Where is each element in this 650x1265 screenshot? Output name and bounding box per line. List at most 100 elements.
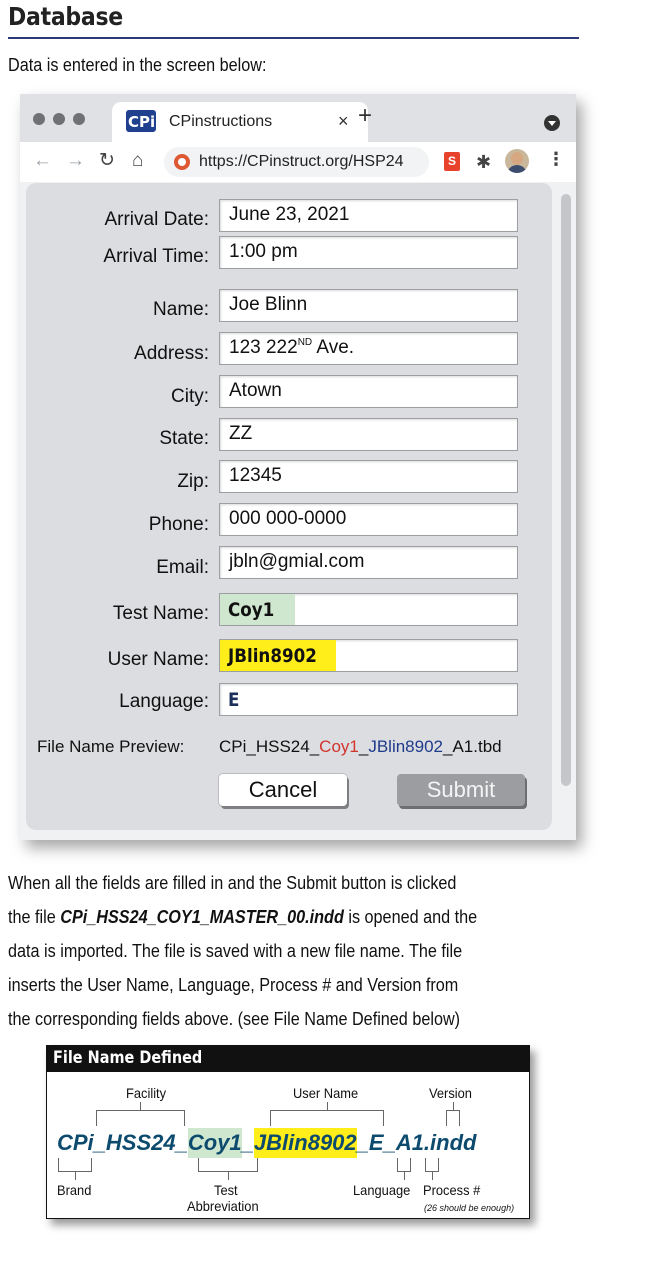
state-value: ZZ (229, 423, 253, 444)
process-note: (26 should be enough) (424, 1203, 515, 1213)
user-name-label: User Name: (107, 649, 209, 670)
file-name-example: CPi_HSS24_Coy1_JBlin8902_E_A1.indd (57, 1128, 476, 1158)
process-bracket-stem (432, 1172, 433, 1180)
segment-language: _E_ (356, 1130, 396, 1155)
name-field[interactable]: Joe Blinn (219, 289, 518, 322)
profile-avatar[interactable] (505, 149, 529, 173)
forward-arrow-icon[interactable]: → (66, 150, 85, 172)
facility-bracket-stem (140, 1102, 141, 1110)
more-menu-icon[interactable]: ⋮ (547, 149, 565, 170)
back-arrow-icon[interactable]: ← (33, 150, 52, 172)
zip-value: 12345 (229, 465, 282, 486)
submit-button[interactable]: Submit (397, 774, 525, 806)
extensions-puzzle-icon[interactable]: ✱ (476, 152, 491, 173)
new-tab-icon[interactable]: + (358, 104, 372, 128)
user-name-value: JBlin8902 (228, 645, 317, 667)
paragraph-line-1: When all the fields are filled in and th… (8, 873, 457, 893)
reload-icon[interactable]: ↻ (99, 150, 115, 172)
phone-label: Phone: (148, 514, 209, 535)
user-name-diagram-label: User Name (293, 1085, 359, 1101)
test-name-field[interactable]: Coy1 (219, 593, 518, 626)
version-bracket (446, 1110, 460, 1126)
cancel-button[interactable]: Cancel (219, 774, 347, 806)
paragraph-line-3: data is imported. The file is saved with… (8, 941, 463, 961)
scrollbar[interactable] (561, 194, 571, 786)
window-zoom-dot[interactable] (73, 113, 85, 125)
test-bracket-stem (228, 1172, 229, 1180)
city-field[interactable]: Atown (219, 375, 518, 408)
file-name-preview-label: File Name Preview: (37, 737, 185, 756)
tab-bar: CPi CPinstructions × + (20, 94, 576, 142)
process-bracket (425, 1158, 439, 1172)
email-field[interactable]: jbln@gmial.com (219, 546, 518, 579)
address-superscript: ND (297, 337, 313, 348)
test-name-value: Coy1 (228, 599, 275, 621)
segment-test: Coy1 (187, 1128, 242, 1158)
arrival-time-label: Arrival Time: (103, 246, 209, 267)
user-name-bracket (270, 1110, 384, 1126)
address-field[interactable]: 123 222ND Ave. (219, 332, 518, 365)
arrival-date-value: June 23, 2021 (229, 204, 350, 225)
heading-rule (8, 37, 579, 39)
language-bracket (397, 1158, 411, 1172)
segment-facility: _HSS24_ (93, 1130, 188, 1155)
arrival-time-value: 1:00 pm (229, 241, 298, 262)
preview-user: JBlin8902 (368, 737, 443, 756)
name-value: Joe Blinn (229, 294, 308, 315)
facility-label: Facility (126, 1085, 167, 1101)
state-field[interactable]: ZZ (219, 418, 518, 451)
user-name-bracket-stem (327, 1102, 328, 1110)
phone-field[interactable]: 000 000-0000 (219, 503, 518, 536)
address-bar[interactable]: https://CPinstruct.org/HSP24 (164, 147, 429, 177)
language-diagram-label: Language (353, 1182, 411, 1198)
address-suffix: Ave. (312, 337, 355, 358)
address-value: 123 222ND Ave. (229, 337, 354, 359)
test-label-line-2: Abbreviation (187, 1198, 259, 1214)
paragraph-line-2: the file CPi_HSS24_COY1_MASTER_00.indd i… (8, 907, 548, 928)
cpi-logo-icon: CPi (126, 110, 156, 132)
city-value: Atown (229, 380, 282, 401)
user-name-field[interactable]: JBlin8902 (219, 639, 518, 672)
diagram-header: File Name Defined (47, 1046, 529, 1072)
extension-s-icon[interactable]: S (444, 152, 460, 171)
diagram-title: File Name Defined (53, 1048, 203, 1068)
browser-tab[interactable]: CPi CPinstructions × (112, 102, 368, 142)
tab-menu-chevron-down-icon[interactable] (544, 115, 560, 131)
duckduckgo-icon (174, 154, 190, 170)
home-icon[interactable]: ⌂ (132, 150, 143, 172)
process-label: Process # (423, 1182, 481, 1198)
master-file-name: CPi_HSS24_COY1_MASTER_00.indd (60, 907, 344, 927)
phone-value: 000 000-0000 (229, 508, 347, 529)
language-label: Language: (119, 691, 209, 712)
email-label: Email: (156, 557, 209, 578)
city-label: City: (171, 386, 209, 407)
segment-version: A1.indd (395, 1130, 477, 1155)
language-value: E (228, 689, 240, 711)
paragraph-line-5: the corresponding fields above. (see Fil… (8, 1009, 461, 1029)
arrival-date-label: Arrival Date: (104, 209, 209, 230)
page-heading: Database (8, 2, 123, 31)
file-name-defined-diagram: File Name Defined Facility User Name Ver… (46, 1045, 530, 1219)
arrival-date-field[interactable]: June 23, 2021 (219, 199, 518, 232)
preview-test: Coy1 (319, 737, 359, 756)
arrival-time-field[interactable]: 1:00 pm (219, 236, 518, 269)
preview-suffix: _A1.tbd (443, 737, 502, 756)
language-field[interactable]: E (219, 683, 518, 716)
window-close-dot[interactable] (33, 113, 45, 125)
segment-sep: _ (241, 1130, 254, 1155)
segment-user-name: JBlin8902 (253, 1128, 357, 1158)
test-label-line-1: Test (214, 1182, 238, 1198)
paragraph-line-2-pre: the file (8, 907, 61, 927)
state-label: State: (159, 428, 209, 449)
zip-field[interactable]: 12345 (219, 460, 518, 493)
email-value: jbln@gmial.com (229, 551, 365, 572)
brand-bracket-stem (75, 1172, 76, 1180)
brand-label: Brand (57, 1182, 92, 1198)
tab-close-icon[interactable]: × (338, 111, 349, 132)
navigation-bar: ← → ↻ ⌂ https://CPinstruct.org/HSP24 S ✱… (20, 142, 576, 182)
zip-label: Zip: (177, 471, 209, 492)
language-bracket-stem (404, 1172, 405, 1180)
address-number: 123 222 (229, 337, 298, 358)
paragraph-line-4: inserts the User Name, Language, Process… (8, 975, 459, 995)
window-minimize-dot[interactable] (53, 113, 65, 125)
